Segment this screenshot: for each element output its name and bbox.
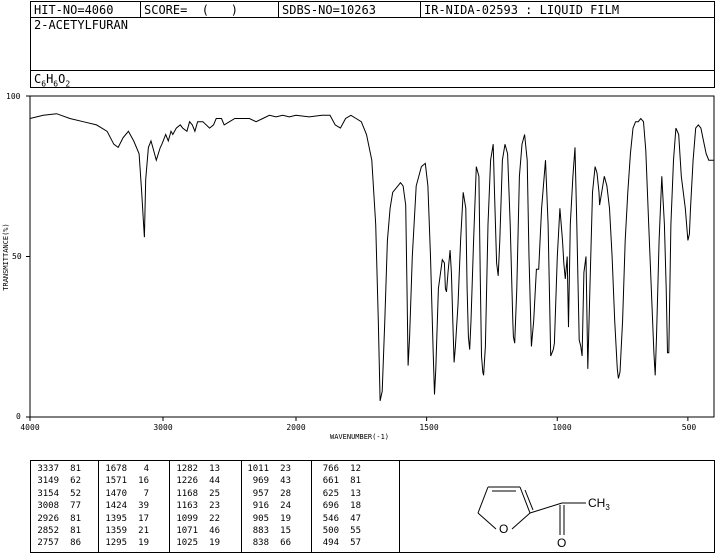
methyl-label: CH3	[588, 496, 610, 512]
peak-row: 625 13	[322, 488, 361, 499]
peak-row: 1295 19	[105, 538, 149, 549]
peak-row: 1099 22	[176, 513, 220, 524]
peak-row: 1359 21	[105, 526, 149, 537]
x-tick-label: 1000	[552, 423, 572, 432]
peak-row: 1226 44	[176, 476, 220, 487]
peak-row: 546 47	[322, 513, 361, 524]
peak-row: 1678 4	[105, 464, 149, 474]
ring-oxygen-label: O	[499, 522, 508, 536]
column-divider	[241, 461, 242, 552]
x-tick-label: 3000	[153, 423, 173, 432]
peak-row: 1282 13	[176, 464, 220, 474]
x-tick-label: 4000	[20, 423, 40, 432]
peak-column: 766 12 661 81 625 13 696 18 546 47 500 55 494 5…	[313, 463, 361, 550]
peak-row: 1424 39	[105, 501, 149, 512]
peak-row: 916 24	[252, 501, 291, 512]
peak-row: 3008 77	[37, 501, 81, 512]
peak-row: 766 12	[322, 464, 361, 474]
peak-row: 2926 81	[37, 513, 81, 524]
peak-row: 1163 23	[176, 501, 220, 512]
peak-row: 1168 25	[176, 488, 220, 499]
peak-row: 957 28	[252, 488, 291, 499]
peak-row: 494 57	[322, 538, 361, 549]
peak-row: 1470 7	[105, 488, 149, 499]
axis-ticks	[26, 95, 689, 421]
x-axis-label: WAVENUMBER(-1)	[330, 433, 390, 441]
peak-column: 1282 13 1226 44 1168 25 1163 23 1099 22 1071 4…	[172, 463, 220, 550]
peak-row: 3154 52	[37, 488, 81, 499]
plot-frame	[29, 95, 715, 418]
x-tick-label: 1500	[419, 423, 439, 432]
x-tick-label: 2000	[286, 423, 306, 432]
peak-row: 905 19	[252, 513, 291, 524]
peak-column: 1678 4 1571 16 1470 7 1424 39 1395 17 1359 21 …	[101, 463, 149, 550]
peak-column: 3337 81 3149 62 3154 52 3008 77 2926 81 2852 8…	[33, 463, 81, 550]
carbonyl-oxygen-label: O	[557, 536, 566, 550]
peak-row: 1571 16	[105, 476, 149, 487]
peak-row: 2852 81	[37, 526, 81, 537]
peak-row: 1071 46	[176, 526, 220, 537]
peak-row: 2757 86	[37, 538, 81, 549]
structure-box: O O CH3	[400, 460, 715, 553]
molecule-structure: O O CH3	[477, 486, 610, 550]
column-divider	[98, 461, 99, 552]
peak-column: 1011 23 969 43 957 28 916 24 905 19 883 15 838…	[243, 463, 291, 550]
peak-row: 500 55	[322, 526, 361, 537]
peak-row: 1011 23	[247, 464, 291, 474]
peak-row: 1025 19	[176, 538, 220, 549]
peak-row: 838 66	[252, 538, 291, 549]
peak-row: 969 43	[252, 476, 291, 487]
peak-row: 883 15	[252, 526, 291, 537]
peak-row: 3337 81	[37, 464, 81, 474]
spectrum-trace	[29, 113, 714, 402]
column-divider	[311, 461, 312, 552]
peak-row: 696 18	[322, 501, 361, 512]
peak-row: 3149 62	[37, 476, 81, 487]
x-tick-label: 500	[681, 423, 697, 432]
peak-table: 3337 81 3149 62 3154 52 3008 77 2926 81 2852 8…	[30, 460, 400, 553]
column-divider	[169, 461, 170, 552]
peak-row: 1395 17	[105, 513, 149, 524]
peak-row: 661 81	[322, 476, 361, 487]
furan-ring	[477, 486, 586, 535]
